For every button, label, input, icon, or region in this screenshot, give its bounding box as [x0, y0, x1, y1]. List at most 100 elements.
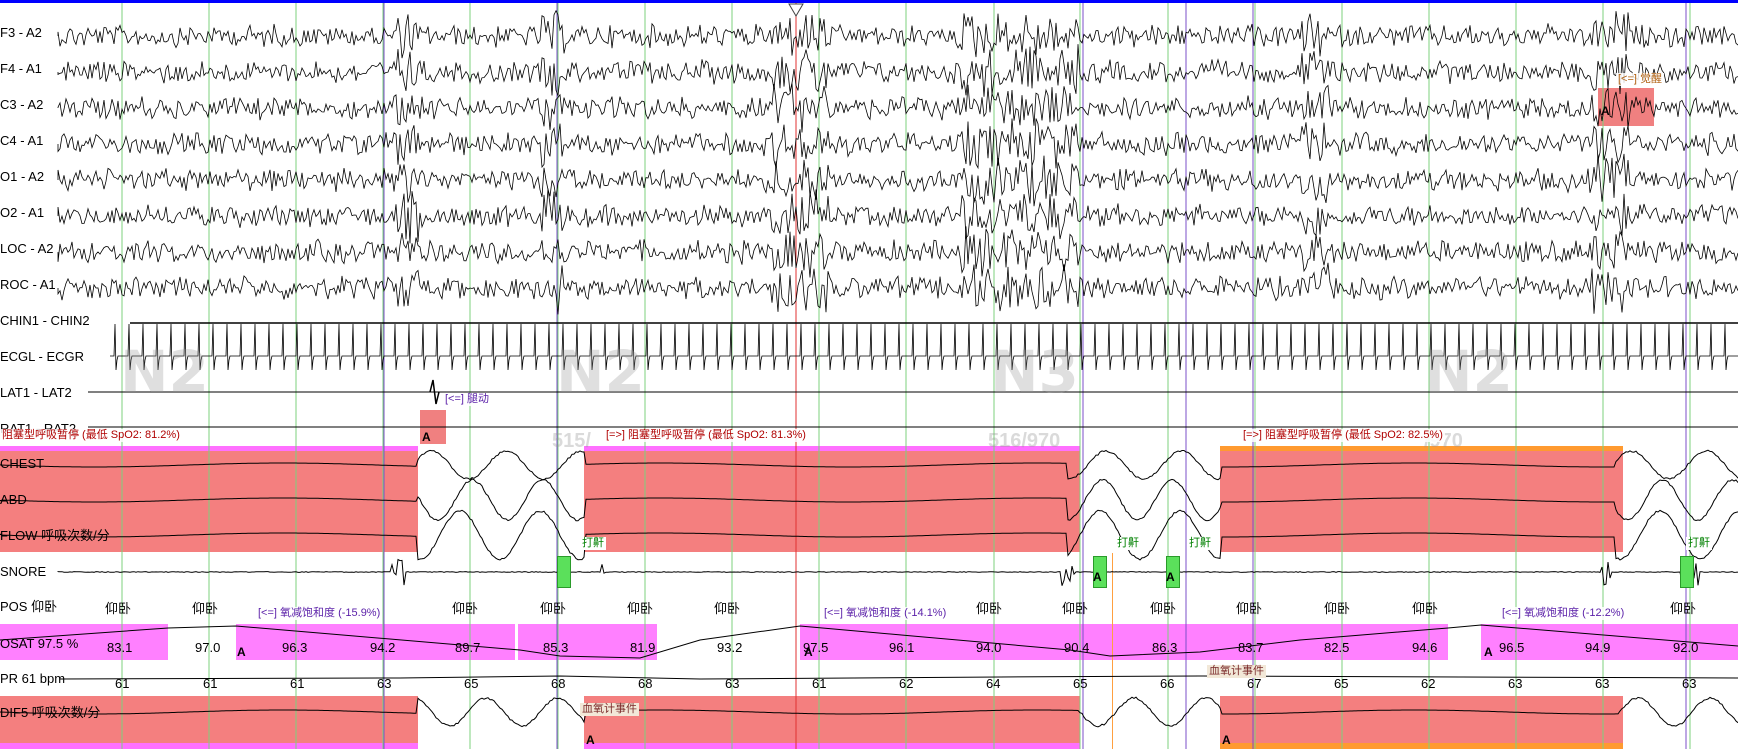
- eeg-trace: [57, 83, 1738, 133]
- osat-value: 94.2: [370, 640, 396, 655]
- pulse-rate-value: 63: [725, 676, 740, 691]
- position-value: 仰卧: [1150, 601, 1177, 616]
- osat-value: 96.3: [282, 640, 308, 655]
- channel-label-o1-a2: O1 - A2: [0, 169, 45, 184]
- time-cursor-handle: [788, 3, 804, 17]
- pulse-rate-value: 63: [1595, 676, 1610, 691]
- osat-value: 92.0: [1673, 640, 1699, 655]
- channel-label-f4-a1: F4 - A1: [0, 61, 42, 76]
- apnea-region: [584, 696, 1080, 749]
- sleep-stage-label: N3: [990, 338, 1079, 406]
- limb-movement-event-label[interactable]: [<=] 腿动: [443, 393, 492, 406]
- position-value: 仰卧: [540, 601, 567, 616]
- eeg-trace: [57, 118, 1738, 170]
- osat-value: 96.1: [889, 640, 915, 655]
- psg-viewer[interactable]: F3 - A2 F4 - A1 C3 - A2 C4 - A1 O1 - A2 …: [0, 0, 1738, 749]
- pulse-rate-value: 66: [1160, 676, 1175, 691]
- pulse-rate-value: 67: [1247, 676, 1262, 691]
- pulse-rate-value: 61: [115, 676, 130, 691]
- desaturation-event-label[interactable]: [<=] 氧减饱和度 (-12.2%): [1500, 607, 1627, 620]
- osat-value: 83.7: [1238, 640, 1264, 655]
- position-value: 仰卧: [452, 601, 479, 616]
- arousal-event-label[interactable]: [<=] 觉醒: [1616, 73, 1665, 86]
- position-value: 仰卧: [976, 601, 1003, 616]
- osat-value: 93.2: [717, 640, 743, 655]
- channel-label-c4-a1: C4 - A1: [0, 133, 44, 148]
- pulse-rate-value: 61: [812, 676, 827, 691]
- eeg-trace: [57, 262, 1738, 315]
- apnea-region: [1220, 696, 1623, 749]
- pulse-rate-value: 61: [290, 676, 305, 691]
- sleep-stage-label: N2: [556, 338, 645, 406]
- osat-value: 82.5: [1324, 640, 1350, 655]
- snore-trace: [57, 558, 1738, 587]
- arousal-marker[interactable]: A: [586, 733, 595, 747]
- channel-label-dif5: DIF5 呼吸次数/分: [0, 705, 101, 720]
- snore-event-label[interactable]: 打鼾: [1115, 537, 1141, 550]
- apnea-event-label[interactable]: 阻塞型呼吸暂停 (最低 SpO2: 81.2%): [0, 429, 182, 442]
- arousal-marker[interactable]: A: [1093, 570, 1102, 584]
- osat-value: 94.9: [1585, 640, 1611, 655]
- channel-label-pos: POS 仰卧: [0, 599, 58, 614]
- oximeter-event-label[interactable]: 血氧计事件: [580, 703, 639, 716]
- channel-label-lat: LAT1 - LAT2: [0, 385, 72, 400]
- channel-label-f3-a2: F3 - A2: [0, 25, 42, 40]
- pulse-rate-value: 65: [1334, 676, 1349, 691]
- pulse-rate-value: 63: [1508, 676, 1523, 691]
- pulse-rate-value: 65: [1073, 676, 1088, 691]
- apnea-event-label[interactable]: [=>] 阻塞型呼吸暂停 (最低 SpO2: 81.3%): [604, 429, 808, 442]
- osat-value: 81.9: [630, 640, 656, 655]
- snore-event-label[interactable]: 打鼾: [1686, 537, 1712, 550]
- channel-label-pr: PR 61 bpm: [0, 671, 66, 686]
- channel-label-o2-a1: O2 - A1: [0, 205, 45, 220]
- position-value: 仰卧: [105, 601, 132, 616]
- osat-value: 83.1: [107, 640, 133, 655]
- pulse-rate-value: 68: [638, 676, 653, 691]
- arousal-marker[interactable]: A: [1222, 733, 1231, 747]
- arousal-marker[interactable]: A: [1166, 570, 1175, 584]
- arousal-marker[interactable]: A: [422, 430, 431, 444]
- pulse-rate-value: 65: [464, 676, 479, 691]
- epoch-number: 516/970: [988, 430, 1061, 452]
- osat-value: 94.0: [976, 640, 1002, 655]
- desaturation-event-label[interactable]: [<=] 氧减饱和度 (-15.9%): [256, 607, 383, 620]
- arousal-marker[interactable]: A: [1601, 104, 1610, 118]
- sleep-stage-label: N2: [120, 338, 209, 406]
- apnea-event-label[interactable]: [=>] 阻塞型呼吸暂停 (最低 SpO2: 82.5%): [1241, 429, 1445, 442]
- position-value: 仰卧: [627, 601, 654, 616]
- desaturation-event-label[interactable]: [<=] 氧减饱和度 (-14.1%): [822, 607, 949, 620]
- snore-marker[interactable]: [1680, 556, 1694, 588]
- epoch-number: 515/: [552, 430, 591, 452]
- channel-label-osat: OSAT 97.5 %: [0, 636, 79, 651]
- osat-value: 86.3: [1152, 640, 1178, 655]
- arousal-marker[interactable]: A: [237, 645, 246, 659]
- pulse-rate-value: 63: [1682, 676, 1697, 691]
- apnea-region-border: [1220, 446, 1623, 451]
- pulse-rate-value: 68: [551, 676, 566, 691]
- osat-value: 85.3: [543, 640, 569, 655]
- position-value: 仰卧: [1670, 601, 1697, 616]
- position-value: 仰卧: [1412, 601, 1439, 616]
- pulse-rate-value: 64: [986, 676, 1001, 691]
- snore-marker[interactable]: [557, 556, 571, 588]
- channel-label-loc-a2: LOC - A2: [0, 241, 54, 256]
- position-value: 仰卧: [714, 601, 741, 616]
- channel-label-chin: CHIN1 - CHIN2: [0, 313, 90, 328]
- sleep-stage-label: N2: [1424, 338, 1513, 406]
- arousal-marker[interactable]: A: [1484, 645, 1493, 659]
- snore-event-label[interactable]: 打鼾: [580, 537, 606, 550]
- position-value: 仰卧: [1324, 601, 1351, 616]
- eeg-trace: [57, 9, 1738, 59]
- position-value: 仰卧: [192, 601, 219, 616]
- snore-event-label[interactable]: 打鼾: [1187, 537, 1213, 550]
- osat-value: 90.4: [1064, 640, 1090, 655]
- channel-label-snore: SNORE: [0, 564, 47, 579]
- position-value: 仰卧: [1062, 601, 1089, 616]
- osat-value: 89.7: [455, 640, 481, 655]
- arousal-marker[interactable]: A: [804, 645, 813, 659]
- pulse-rate-value: 61: [203, 676, 218, 691]
- pulse-rate-value: 62: [899, 676, 914, 691]
- channel-label-flow: FLOW 呼吸次数/分: [0, 528, 110, 543]
- osat-value: 97.0: [195, 640, 221, 655]
- eeg-trace: [57, 153, 1738, 207]
